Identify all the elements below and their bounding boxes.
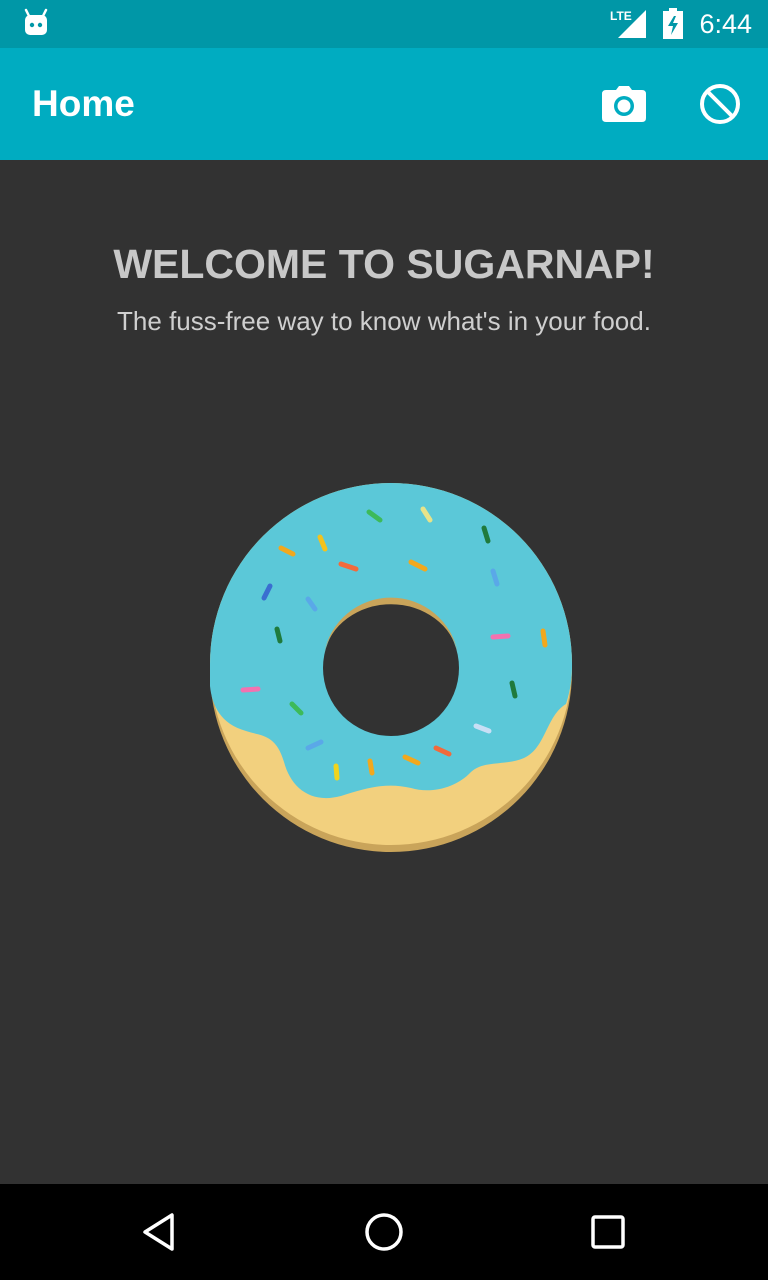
block-icon bbox=[700, 84, 740, 124]
page-title: Home bbox=[32, 83, 135, 124]
back-icon bbox=[143, 1213, 174, 1251]
network-label: LTE bbox=[610, 9, 632, 23]
battery-icon bbox=[663, 8, 683, 39]
navigation-bar bbox=[0, 1184, 768, 1280]
home-content: WELCOME TO SUGARNAP! The fuss-free way t… bbox=[0, 160, 768, 1184]
camera-icon bbox=[602, 86, 646, 122]
home-button[interactable] bbox=[354, 1202, 414, 1262]
welcome-subtitle: The fuss-free way to know what's in your… bbox=[117, 306, 651, 336]
android-icon bbox=[24, 8, 48, 35]
recents-icon bbox=[591, 1215, 625, 1249]
block-button[interactable] bbox=[692, 76, 748, 132]
recents-button[interactable] bbox=[578, 1202, 638, 1262]
camera-button[interactable] bbox=[596, 76, 652, 132]
lte-signal-icon: LTE bbox=[610, 9, 646, 38]
donut-illustration bbox=[210, 483, 572, 852]
status-time: 6:44 bbox=[699, 9, 752, 39]
welcome-title: WELCOME TO SUGARNAP! bbox=[113, 241, 655, 287]
home-icon bbox=[365, 1213, 403, 1251]
status-bar: LTE 6:44 bbox=[0, 0, 768, 48]
app-bar: Home bbox=[0, 48, 768, 160]
back-button[interactable] bbox=[130, 1202, 190, 1262]
